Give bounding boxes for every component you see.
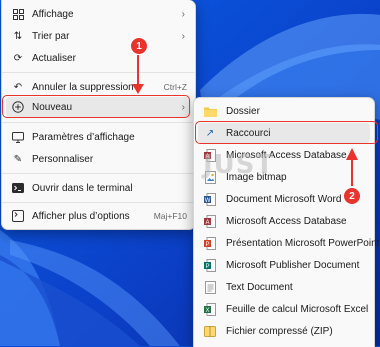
menu-item-annuler-suppression[interactable]: ↶ Annuler la suppression Ctrl+Z (6, 77, 191, 97)
word-icon: W (203, 192, 217, 206)
submenu-item-text-document[interactable]: Text Document (198, 277, 370, 297)
menu-item-label: Ouvrir dans le terminal (32, 182, 133, 194)
display-icon (11, 130, 25, 144)
submenu-item-label: Présentation Microsoft PowerPoint (226, 237, 380, 249)
chevron-right-icon: › (181, 30, 185, 42)
submenu-item-excel[interactable]: X Feuille de calcul Microsoft Excel (198, 299, 370, 319)
menu-item-label: Actualiser (32, 52, 76, 64)
svg-text:P: P (206, 263, 210, 269)
menu-item-label: Annuler la suppression (32, 81, 134, 93)
menu-item-affichage[interactable]: Affichage › (6, 4, 191, 24)
svg-text:A: A (206, 219, 210, 225)
menu-item-trier-par[interactable]: ⇅ Trier par › (6, 26, 191, 46)
submenu-item-label: Dossier (226, 105, 260, 117)
terminal-icon (11, 181, 25, 195)
submenu-item-access-2[interactable]: A Microsoft Access Database (198, 211, 370, 231)
grid-icon (11, 7, 25, 21)
submenu-item-powerpoint[interactable]: P Présentation Microsoft PowerPoint (198, 233, 379, 253)
menu-item-parametres-affichage[interactable]: Paramètres d’affichage (6, 127, 191, 147)
chevron-right-icon: › (181, 8, 185, 20)
submenu-item-label: Microsoft Publisher Document (226, 259, 360, 271)
svg-text:X: X (206, 307, 210, 313)
menu-item-actualiser[interactable]: ⟳ Actualiser (6, 48, 191, 68)
submenu-item-label: Text Document (226, 281, 293, 293)
menu-separator (2, 173, 195, 174)
svg-text:W: W (205, 197, 211, 203)
submenu-item-label: Fichier compressé (ZIP) (226, 325, 333, 337)
access-icon: A (203, 214, 217, 228)
zip-icon (203, 324, 217, 338)
menu-item-label: Personnaliser (32, 153, 94, 165)
menu-separator (2, 122, 195, 123)
menu-separator (2, 72, 195, 73)
excel-icon: X (203, 302, 217, 316)
menu-item-ouvrir-terminal[interactable]: Ouvrir dans le terminal (6, 178, 191, 198)
menu-separator (2, 202, 195, 203)
menu-item-label: Trier par (32, 30, 70, 42)
refresh-icon: ⟳ (13, 52, 23, 64)
menu-item-personnaliser[interactable]: ✎ Personnaliser (6, 149, 191, 169)
step-badge-1: 1 (130, 37, 148, 55)
undo-icon: ↶ (13, 81, 23, 93)
shortcut-label: Maj+F10 (153, 211, 187, 221)
submenu-item-label: Document Microsoft Word (226, 193, 342, 205)
more-options-icon (11, 209, 25, 223)
publisher-icon: P (203, 258, 217, 272)
step-badge-2: 2 (343, 187, 361, 205)
sort-icon: ⇅ (13, 30, 23, 42)
text-document-icon (203, 280, 217, 294)
submenu-item-dossier[interactable]: Dossier (198, 101, 370, 121)
watermark: JUST (203, 150, 275, 180)
svg-text:P: P (206, 241, 210, 247)
menu-item-afficher-plus-options[interactable]: Afficher plus d’options Maj+F10 (6, 206, 191, 226)
pen-icon: ✎ (13, 153, 23, 165)
highlight-box-raccourci (195, 121, 378, 144)
submenu-item-publisher[interactable]: P Microsoft Publisher Document (198, 255, 370, 275)
menu-item-label: Paramètres d’affichage (32, 131, 135, 143)
highlight-box-nouveau (2, 95, 190, 118)
submenu-item-label: Microsoft Access Database (226, 215, 347, 227)
submenu-item-zip[interactable]: Fichier compressé (ZIP) (198, 321, 370, 341)
menu-item-label: Afficher plus d’options (32, 210, 130, 222)
powerpoint-icon: P (203, 236, 217, 250)
folder-icon (203, 104, 217, 118)
submenu-item-label: Feuille de calcul Microsoft Excel (226, 303, 369, 315)
shortcut-label: Ctrl+Z (163, 82, 187, 92)
menu-item-label: Affichage (32, 8, 74, 20)
